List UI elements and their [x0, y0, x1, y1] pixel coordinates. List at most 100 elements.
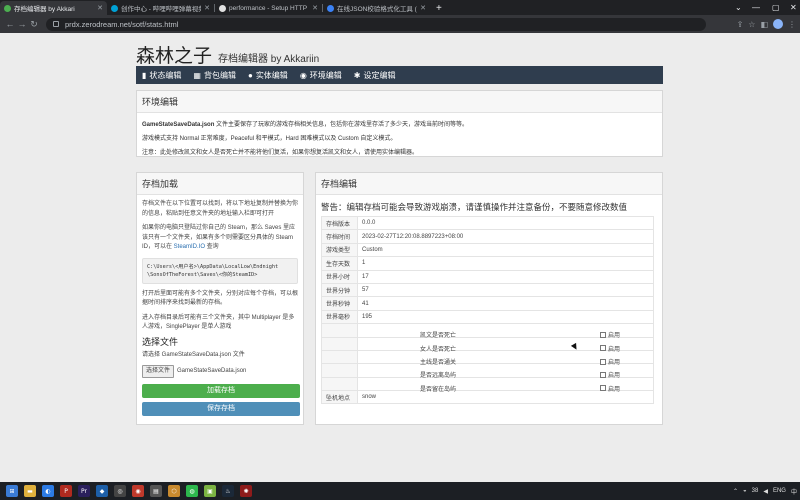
env-line-2: 游戏模式支持 Normal 正常难度，Peaceful 和平模式，Hard 困难…: [142, 136, 397, 142]
nav-label: 实体编辑: [255, 70, 288, 80]
browser-tab-2[interactable]: performance - Setup HTTP exp ✕: [215, 1, 322, 15]
attr-key-empty: [321, 349, 358, 365]
star-icon[interactable]: ☆: [748, 20, 755, 29]
attr-key: 世界分钟: [321, 282, 358, 298]
save-path-line-1: C:\Users\<用户名>\AppData\LocalLow\Endnight: [147, 263, 279, 270]
chevron-down-icon[interactable]: ⌄: [735, 0, 742, 15]
attr-value-input[interactable]: 2023-02-27T12:20:08.8897223+08:00: [357, 229, 654, 244]
file-explorer-icon[interactable]: ▬: [24, 485, 36, 497]
table-row: 是否远离岛屿 启用: [321, 363, 654, 379]
url-input[interactable]: prdx.zerodream.net/sotf/stats.html: [46, 17, 706, 31]
volume-icon[interactable]: ◀: [763, 488, 768, 495]
attr-value-input[interactable]: 1: [357, 256, 654, 271]
app-icon[interactable]: ⬡: [168, 485, 180, 497]
table-row: 生存天数 1: [321, 256, 654, 271]
globe-icon: ◉: [299, 70, 307, 80]
file-section-title: 选择文件: [142, 336, 179, 347]
main-nav: ▮ 状态编辑 ▦ 背包编辑 ● 实体编辑 ◉ 环境编辑 ✱ 设定编辑: [136, 66, 663, 84]
netease-music-icon[interactable]: ◉: [132, 485, 144, 497]
table-row: 世界分钟 57: [321, 282, 654, 298]
env-line-1: GameStateSaveData.json 文件主要保存了玩家的游戏存档相关信…: [142, 118, 657, 132]
load-panel: 存档加载 存档文件在以下位置可以找到，将以下地址复制并替换为你的信息，粘贴到任意…: [136, 172, 304, 425]
check-cell: 女人是否死亡 启用: [357, 336, 654, 353]
forward-icon[interactable]: →: [16, 19, 28, 29]
wechat-icon[interactable]: ◍: [186, 485, 198, 497]
browser-tab-1[interactable]: 创作中心 - 哔哩哔哩弹幕视频网 ✕: [107, 1, 214, 15]
save-path-code[interactable]: C:\Users\<用户名>\AppData\LocalLow\Endnight…: [142, 257, 298, 284]
attr-key-empty: [321, 376, 358, 392]
check-cell: 是否留在岛屿 启用: [357, 376, 654, 393]
favicon-icon: [327, 4, 334, 12]
premiere-icon[interactable]: Pr: [78, 485, 90, 497]
browser-icon[interactable]: ◐: [42, 485, 54, 497]
reload-icon[interactable]: ↻: [28, 19, 40, 30]
chosen-file-name: GameStateSaveData.json: [177, 367, 247, 374]
network-icon[interactable]: ◒: [743, 488, 747, 494]
close-icon[interactable]: ✕: [97, 4, 103, 12]
steamid-link[interactable]: SteamID.IO: [174, 244, 205, 250]
browser-tab-3[interactable]: 在线JSON校验格式化工具 (Be ✕: [323, 1, 430, 15]
nav-item-status[interactable]: ▮ 状态编辑: [142, 70, 181, 81]
attr-value-input[interactable]: Custom: [357, 242, 654, 258]
load-instructions-2-tail: 查询: [205, 244, 219, 250]
check-enable-label: 启用: [608, 386, 621, 393]
app-icon[interactable]: ◎: [114, 485, 126, 497]
load-instructions-4: 进入存档目录后可能有三个文件夹，其中 Multiplayer 是多人游戏，Sin…: [142, 314, 295, 331]
attr-value-input[interactable]: 17: [357, 269, 654, 284]
maximize-icon[interactable]: ▢: [772, 0, 780, 15]
table-row: 凯文是否死亡 启用: [321, 323, 654, 339]
nav-item-inventory[interactable]: ▦ 背包编辑: [193, 70, 236, 81]
language-indicator[interactable]: ENG: [773, 488, 786, 494]
choose-file-button[interactable]: 选择文件: [142, 364, 175, 378]
profile-avatar[interactable]: [773, 19, 783, 29]
attr-value-input[interactable]: 195: [357, 309, 654, 325]
ime-icon[interactable]: 中: [791, 487, 797, 496]
close-icon[interactable]: ✕: [204, 4, 210, 12]
save-save-button[interactable]: 保存存档: [142, 402, 300, 416]
url-text: prdx.zerodream.net/sotf/stats.html: [65, 19, 179, 29]
nav-label: 状态编辑: [149, 70, 182, 80]
env-panel: 环境编辑 GameStateSaveData.json 文件主要保存了玩家的游戏…: [136, 90, 663, 157]
nav-item-entity[interactable]: ● 实体编辑: [248, 70, 288, 81]
page-viewport: 森林之子 存档编辑器 by Akkariin ▮ 状态编辑 ▦ 背包编辑 ● 实…: [0, 33, 800, 482]
tray-number: 38: [751, 488, 759, 494]
edit-panel-title: 存档编辑: [316, 173, 662, 195]
site-title: 森林之子: [136, 45, 213, 67]
attr-key: 世界毫秒: [321, 309, 358, 325]
steam-icon[interactable]: ♨: [222, 485, 234, 497]
app-icon[interactable]: ▣: [204, 485, 216, 497]
stayed-island-checkbox[interactable]: 启用: [600, 384, 620, 393]
edit-panel: 存档编辑 警告：编辑存档可能会导致游戏崩溃，请谨慎操作并注意备份，不要随意修改数…: [315, 172, 663, 425]
attr-key: 坠机地点: [321, 390, 358, 405]
browser-tab-0[interactable]: 存档编辑器 by Akkari ✕: [0, 1, 107, 15]
nav-item-environment[interactable]: ◉ 环境编辑: [300, 70, 342, 81]
start-icon[interactable]: ⊞: [6, 485, 18, 497]
nav-item-settings[interactable]: ✱ 设定编辑: [354, 70, 396, 81]
app-icon[interactable]: P: [60, 485, 72, 497]
table-row: 世界秒钟 41: [321, 296, 654, 311]
attr-value-input[interactable]: 41: [357, 296, 654, 311]
tray-expand-icon[interactable]: ⌃: [733, 488, 738, 495]
app-icon[interactable]: ▤: [150, 485, 162, 497]
close-window-icon[interactable]: ✕: [790, 0, 797, 15]
check-cell: 凯文是否死亡 启用: [357, 323, 654, 339]
menu-icon[interactable]: ⋮: [788, 20, 796, 29]
minimize-icon[interactable]: —: [752, 0, 760, 15]
back-icon[interactable]: ←: [4, 19, 16, 29]
share-icon[interactable]: ⇪: [737, 20, 744, 29]
load-save-button[interactable]: 加载存档: [142, 384, 300, 398]
attr-value-input[interactable]: 0.0.0: [357, 215, 654, 231]
system-tray: ⌃ ◒ 38 ◀ ENG 中: [733, 487, 797, 496]
attr-value-input[interactable]: 57: [357, 282, 654, 298]
app-icon[interactable]: ✺: [240, 485, 252, 497]
nav-label: 环境编辑: [309, 70, 342, 80]
new-tab-button[interactable]: +: [430, 1, 448, 15]
tab-title: 存档编辑器 by Akkari: [14, 6, 75, 13]
grid-icon: ▦: [193, 70, 201, 80]
browser-tab-bar: 存档编辑器 by Akkari ✕ 创作中心 - 哔哩哔哩弹幕视频网 ✕ per…: [0, 0, 800, 15]
close-icon[interactable]: ✕: [312, 4, 318, 12]
vscode-icon[interactable]: ◆: [96, 485, 108, 497]
favicon-icon: [4, 4, 11, 12]
close-icon[interactable]: ✕: [420, 4, 426, 12]
extensions-icon[interactable]: ◧: [760, 20, 768, 29]
